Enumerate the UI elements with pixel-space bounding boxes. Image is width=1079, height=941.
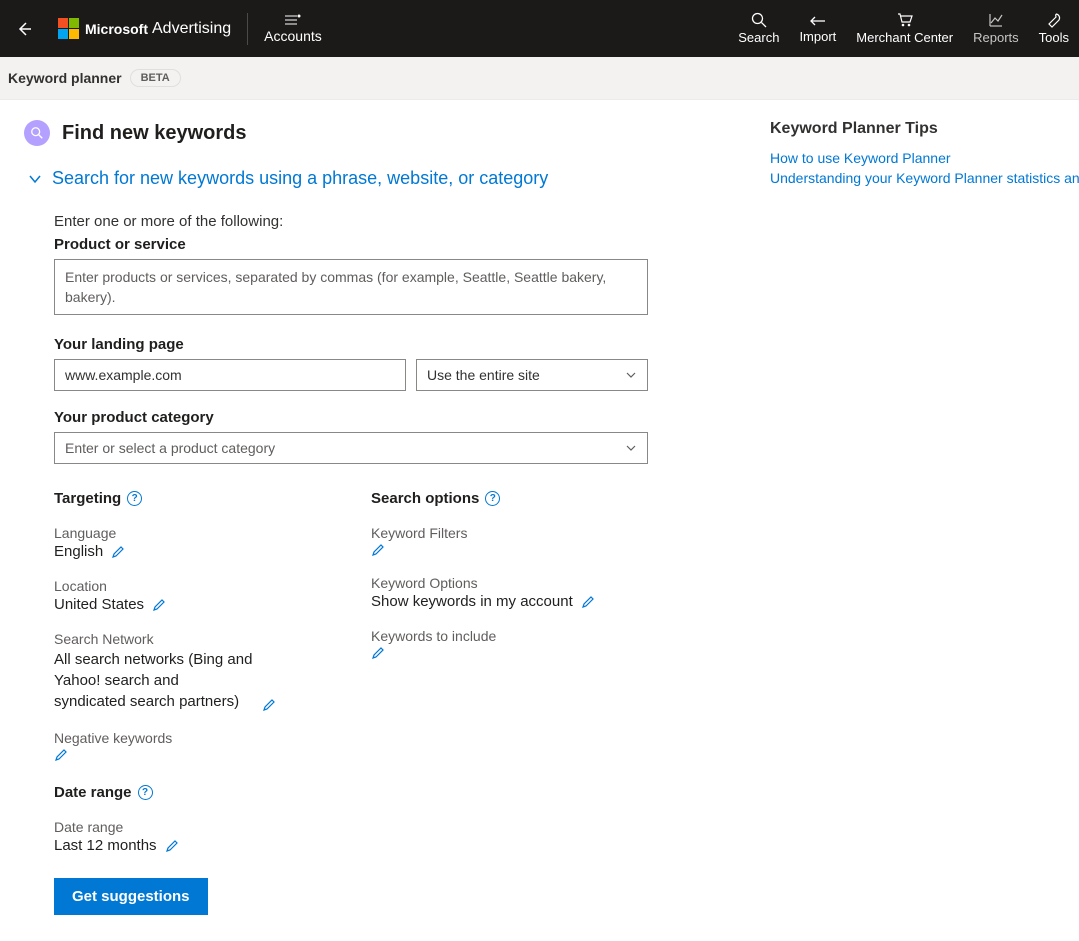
language-label: Language [54, 525, 331, 541]
category-placeholder: Enter or select a product category [65, 440, 275, 456]
landing-label: Your landing page [54, 336, 648, 353]
main-content: Find new keywords Search for new keyword… [0, 100, 760, 935]
help-icon[interactable]: ? [138, 785, 153, 800]
nav-search[interactable]: Search [738, 12, 779, 45]
wrench-icon [1046, 12, 1062, 28]
keyword-filters-label: Keyword Filters [371, 525, 648, 541]
tips-link-statistics[interactable]: Understanding your Keyword Planner stati… [770, 170, 1079, 186]
accounts-icon [285, 14, 301, 26]
site-scope-value: Use the entire site [427, 367, 540, 383]
edit-language[interactable] [111, 545, 125, 559]
nav-merchant-center[interactable]: Merchant Center [856, 12, 953, 45]
category-label: Your product category [54, 409, 648, 426]
tips-link-how-to[interactable]: How to use Keyword Planner [770, 150, 1079, 166]
import-icon [809, 13, 827, 27]
edit-keyword-filters[interactable] [371, 543, 385, 557]
divider [247, 13, 248, 45]
location-label: Location [54, 578, 331, 594]
network-value: All search networks (Bing and Yahoo! sea… [54, 649, 254, 712]
network-label: Search Network [54, 631, 331, 647]
date-range-label: Date range [54, 819, 331, 835]
top-bar: Microsoft Advertising Accounts Search Im… [0, 0, 1079, 57]
keyword-options-label: Keyword Options [371, 575, 648, 591]
help-icon[interactable]: ? [485, 491, 500, 506]
microsoft-logo-icon [58, 18, 79, 39]
back-button[interactable] [0, 21, 48, 37]
pencil-icon [111, 545, 125, 559]
pencil-icon [54, 748, 68, 762]
language-value: English [54, 543, 103, 560]
brand[interactable]: Microsoft Advertising [58, 18, 231, 39]
intro-text: Enter one or more of the following: [54, 213, 648, 230]
landing-page-input[interactable] [54, 359, 406, 391]
edit-network[interactable] [262, 698, 276, 712]
pencil-icon [262, 698, 276, 712]
help-icon[interactable]: ? [127, 491, 142, 506]
edit-location[interactable] [152, 598, 166, 612]
date-range-heading: Date range ? [54, 784, 331, 801]
pencil-icon [165, 839, 179, 853]
tips-heading: Keyword Planner Tips [770, 120, 1079, 138]
product-input[interactable] [54, 259, 648, 315]
accounts-menu[interactable]: Accounts [264, 14, 322, 44]
magnifier-icon [30, 126, 44, 140]
edit-date-range[interactable] [165, 839, 179, 853]
section-heading: Find new keywords [62, 122, 246, 145]
chevron-down-icon [625, 442, 637, 454]
product-label: Product or service [54, 236, 648, 253]
page-title: Keyword planner [8, 70, 122, 86]
keyword-options-value: Show keywords in my account [371, 593, 573, 610]
site-scope-select[interactable]: Use the entire site [416, 359, 648, 391]
beta-badge: BETA [130, 69, 181, 87]
brand-microsoft: Microsoft [85, 21, 148, 37]
pencil-icon [581, 595, 595, 609]
search-icon [751, 12, 767, 28]
pencil-icon [152, 598, 166, 612]
nav-reports[interactable]: Reports [973, 12, 1019, 45]
chevron-down-icon [625, 369, 637, 381]
search-options-heading: Search options ? [371, 490, 648, 507]
accounts-label: Accounts [264, 28, 322, 44]
edit-negative-keywords[interactable] [54, 748, 68, 762]
arrow-left-icon [16, 21, 32, 37]
location-value: United States [54, 596, 144, 613]
chart-icon [988, 12, 1004, 28]
category-select[interactable]: Enter or select a product category [54, 432, 648, 464]
top-nav: Search Import Merchant Center Reports To… [738, 12, 1069, 45]
pencil-icon [371, 646, 385, 660]
chevron-down-icon [28, 172, 42, 186]
date-range-value: Last 12 months [54, 837, 157, 854]
pencil-icon [371, 543, 385, 557]
tips-panel: Keyword Planner Tips How to use Keyword … [760, 100, 1079, 190]
edit-keywords-include[interactable] [371, 646, 385, 660]
cart-icon [897, 12, 913, 28]
edit-keyword-options[interactable] [581, 595, 595, 609]
sub-bar: Keyword planner BETA [0, 57, 1079, 100]
nav-import[interactable]: Import [799, 13, 836, 44]
get-suggestions-button[interactable]: Get suggestions [54, 878, 208, 915]
negative-label: Negative keywords [54, 730, 331, 746]
targeting-heading: Targeting ? [54, 490, 331, 507]
accordion-toggle[interactable]: Search for new keywords using a phrase, … [28, 168, 736, 189]
find-keywords-icon [24, 120, 50, 146]
keywords-include-label: Keywords to include [371, 628, 648, 644]
brand-advertising: Advertising [152, 20, 231, 38]
accordion-title: Search for new keywords using a phrase, … [52, 168, 548, 189]
nav-tools[interactable]: Tools [1039, 12, 1069, 45]
